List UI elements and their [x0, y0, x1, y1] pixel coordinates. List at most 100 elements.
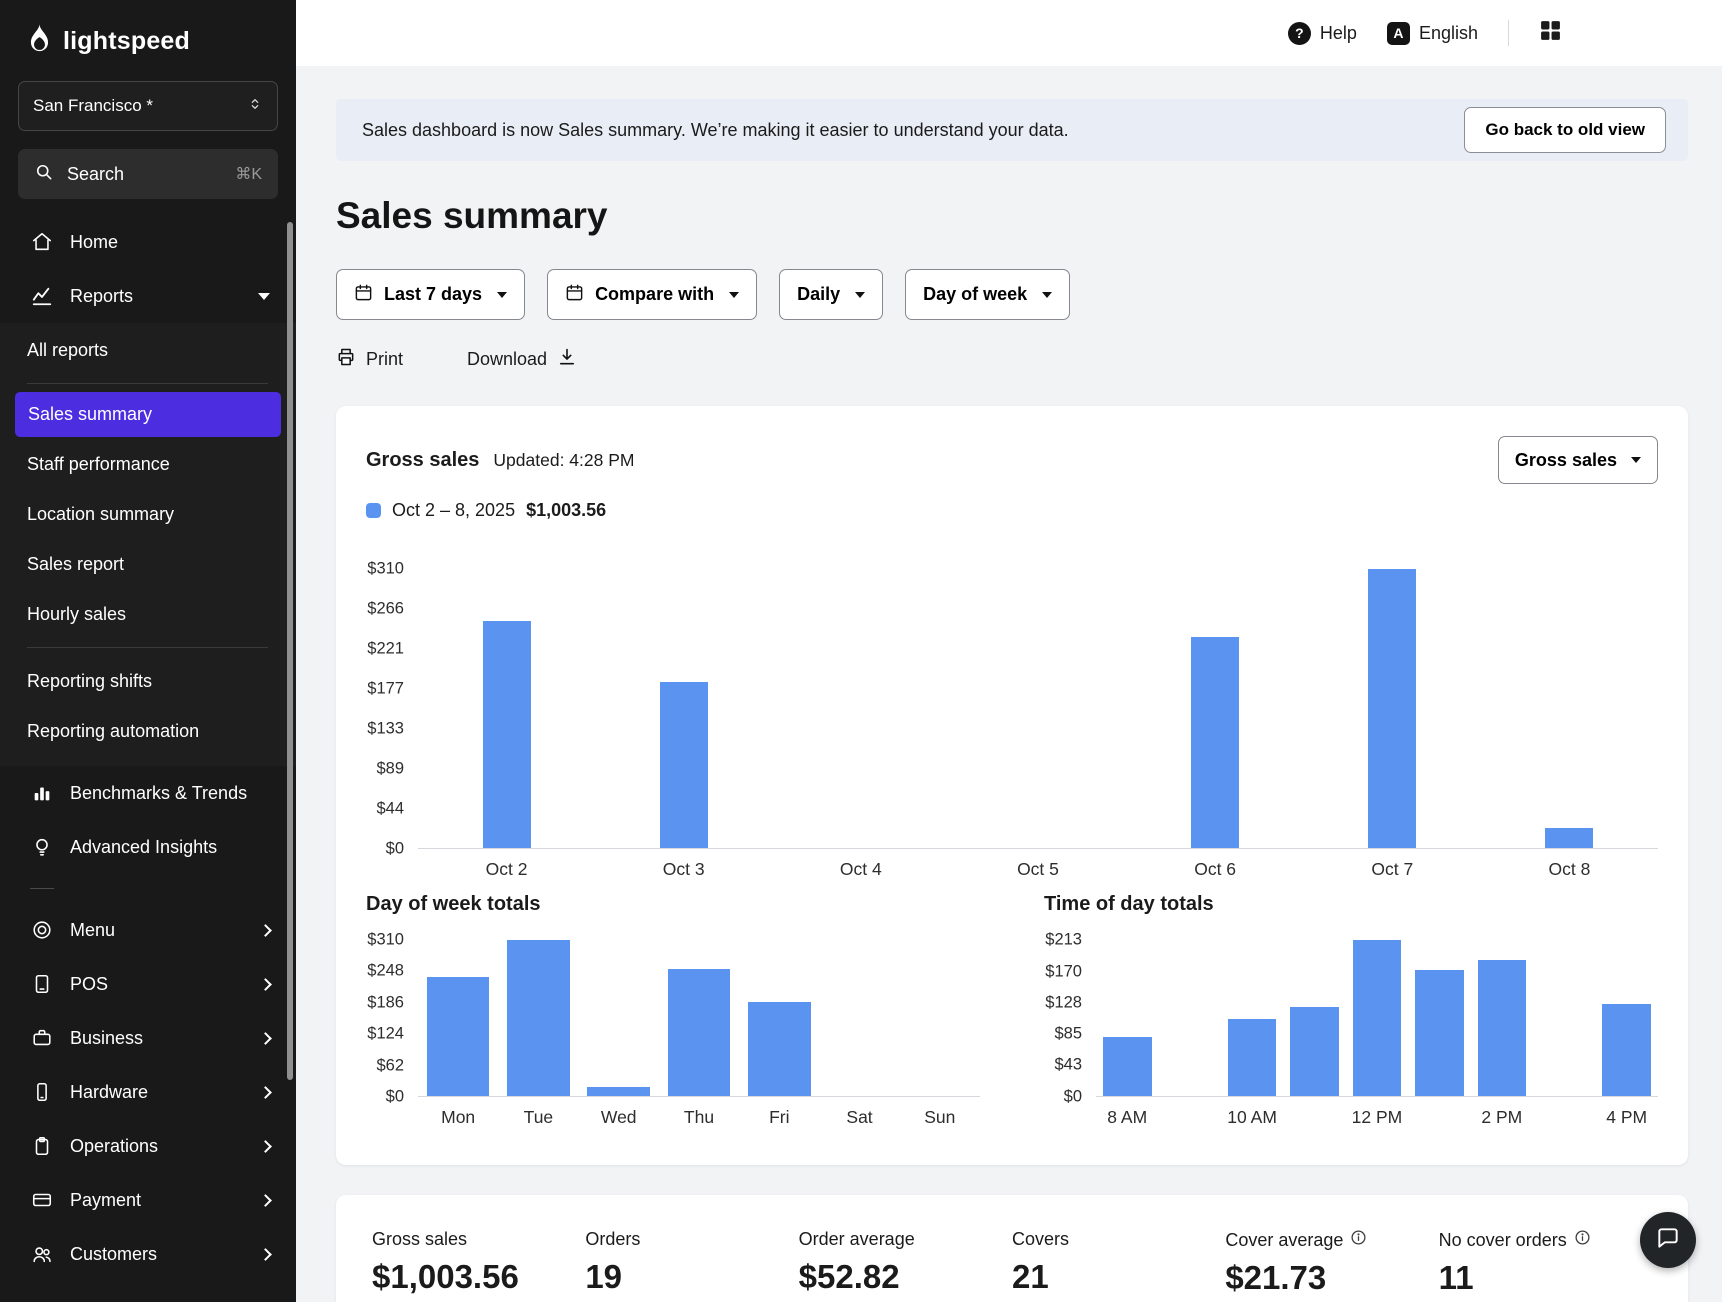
bar[interactable] [427, 977, 490, 1096]
y-tick-label: $124 [367, 1025, 404, 1044]
bar[interactable] [1478, 960, 1527, 1096]
location-selector[interactable]: San Francisco * [18, 81, 278, 131]
bar[interactable] [1353, 940, 1402, 1096]
sidebar-item-advanced-insights[interactable]: Advanced Insights [0, 820, 296, 874]
language-label: English [1419, 23, 1478, 44]
bar[interactable] [1290, 1007, 1339, 1096]
bar[interactable] [660, 682, 708, 848]
compare-with-label: Compare with [595, 284, 714, 305]
sidebar-item-sales-report[interactable]: Sales report [0, 539, 296, 589]
chevron-down-icon [1042, 292, 1052, 298]
sub-link-label: Reporting shifts [27, 671, 152, 692]
bar[interactable] [1602, 1004, 1651, 1096]
sidebar-item-customers[interactable]: Customers [0, 1227, 296, 1281]
sidebar-item-pos[interactable]: POS [0, 957, 296, 1011]
stat-covers: Covers 21 [1012, 1229, 1225, 1297]
sidebar-item-payment[interactable]: Payment [0, 1173, 296, 1227]
sidebar-item-sales-summary[interactable]: Sales summary [15, 392, 281, 437]
x-tick-label: Oct 2 [486, 859, 528, 880]
question-circle-icon: ? [1288, 22, 1311, 45]
sidebar-item-reporting-automation[interactable]: Reporting automation [0, 706, 296, 756]
metric-selector-dropdown[interactable]: Gross sales [1498, 436, 1658, 484]
compare-with-dropdown[interactable]: Compare with [547, 269, 757, 320]
bar[interactable] [507, 940, 570, 1096]
bar[interactable] [587, 1087, 650, 1096]
sub-link-label: Reporting automation [27, 721, 199, 742]
page-title: Sales summary [336, 195, 1688, 237]
bar-slot: Thu [659, 940, 739, 1096]
sidebar-item-reports[interactable]: Reports [0, 269, 296, 323]
calendar-icon [354, 283, 373, 307]
day-of-week-section: Day of week totals $310$248$186$124$62$0… [366, 893, 980, 1127]
sidebar-item-menu[interactable]: Menu [0, 903, 296, 957]
go-back-old-view-button[interactable]: Go back to old view [1464, 107, 1666, 153]
plot-area: MonTueWedThuFriSatSun [418, 940, 980, 1097]
bar-slot: Sun [900, 940, 980, 1096]
y-tick-label: $310 [367, 931, 404, 950]
bar[interactable] [1368, 569, 1416, 848]
help-button[interactable]: ? Help [1288, 22, 1357, 45]
x-tick-label: Sun [924, 1107, 955, 1128]
y-tick-label: $62 [376, 1056, 404, 1075]
print-button[interactable]: Print [336, 347, 403, 372]
bar[interactable] [1545, 828, 1593, 848]
clipboard-icon [30, 1135, 54, 1157]
granularity-label: Daily [797, 284, 840, 305]
location-name: San Francisco * [33, 96, 153, 116]
bar[interactable] [1415, 970, 1464, 1096]
gross-sales-card: Gross sales Updated: 4:28 PM Gross sales… [336, 406, 1688, 1165]
reports-submenu: All reports Sales summary Staff performa… [0, 323, 296, 766]
breakdown-dropdown[interactable]: Day of week [905, 269, 1070, 320]
sidebar-item-operations[interactable]: Operations [0, 1119, 296, 1173]
chat-support-button[interactable] [1640, 1212, 1696, 1268]
language-selector[interactable]: A English [1387, 22, 1478, 45]
brand-name: lightspeed [63, 27, 190, 56]
y-tick-label: $0 [1064, 1088, 1082, 1107]
chevron-down-icon [729, 292, 739, 298]
y-tick-label: $44 [376, 800, 404, 819]
bar[interactable] [483, 621, 531, 848]
bar-slot: 2 PM [1471, 940, 1533, 1096]
bar[interactable] [1191, 637, 1239, 848]
sidebar-item-benchmarks[interactable]: Benchmarks & Trends [0, 766, 296, 820]
sidebar-item-location-summary[interactable]: Location summary [0, 489, 296, 539]
sidebar-scrollbar[interactable] [287, 222, 293, 1080]
sidebar-item-reporting-shifts[interactable]: Reporting shifts [0, 656, 296, 706]
y-tick-label: $0 [386, 1088, 404, 1107]
x-tick-label: 10 AM [1227, 1107, 1277, 1128]
up-down-chevrons-icon [247, 94, 263, 119]
sidebar-item-hardware[interactable]: Hardware [0, 1065, 296, 1119]
x-tick-label: Oct 6 [1194, 859, 1236, 880]
bar[interactable] [668, 969, 731, 1096]
lightbulb-icon [30, 836, 54, 858]
stat-label: Orders [585, 1229, 798, 1250]
line-chart-icon [30, 285, 54, 307]
sidebar-item-business[interactable]: Business [0, 1011, 296, 1065]
brand-logo[interactable]: lightspeed [0, 0, 296, 79]
stat-value: $52.82 [799, 1258, 1012, 1296]
granularity-dropdown[interactable]: Daily [779, 269, 883, 320]
info-icon[interactable] [1574, 1229, 1591, 1251]
sidebar-item-home[interactable]: Home [0, 215, 296, 269]
sidebar-item-label: POS [70, 974, 108, 995]
divider [1508, 20, 1509, 46]
download-button[interactable]: Download [467, 347, 577, 372]
sidebar-item-staff-performance[interactable]: Staff performance [0, 439, 296, 489]
bar-slot: 10 AM [1221, 940, 1283, 1096]
chevron-right-icon [259, 1194, 272, 1207]
sidebar-item-all-reports[interactable]: All reports [0, 325, 296, 375]
bar[interactable] [748, 1002, 811, 1096]
chevron-down-icon [497, 292, 507, 298]
search-shortcut: ⌘K [235, 164, 262, 184]
bar-slot [1408, 940, 1470, 1096]
divider [27, 383, 268, 384]
sidebar-item-hourly-sales[interactable]: Hourly sales [0, 589, 296, 639]
stat-label: Order average [799, 1229, 1012, 1250]
date-range-dropdown[interactable]: Last 7 days [336, 269, 525, 320]
bar[interactable] [1103, 1037, 1152, 1096]
search-input[interactable]: Search ⌘K [18, 149, 278, 199]
y-tick-label: $248 [367, 962, 404, 981]
bar[interactable] [1228, 1019, 1277, 1096]
apps-grid-button[interactable] [1539, 19, 1562, 47]
info-icon[interactable] [1350, 1229, 1367, 1251]
